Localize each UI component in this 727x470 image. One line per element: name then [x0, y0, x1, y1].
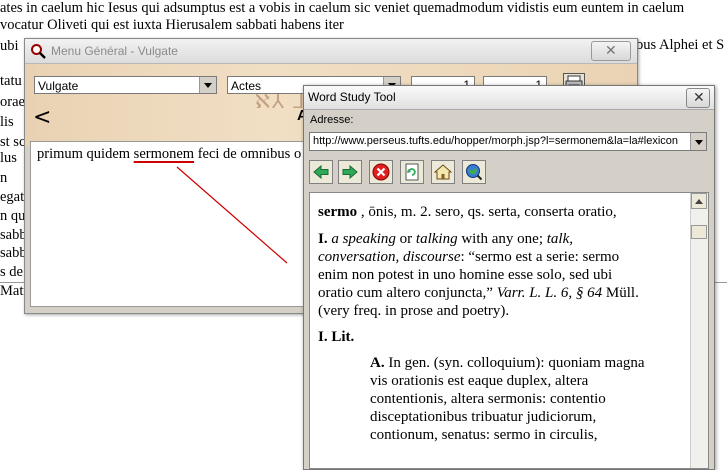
bg-line-6: lis: [0, 114, 14, 130]
close-icon: ✕: [693, 89, 705, 105]
bg-line-13: sabb: [0, 245, 27, 261]
back-button[interactable]: [309, 160, 333, 184]
verse-text: primum quidem sermonem feci de omnibus o: [37, 146, 301, 163]
section-heading: I. Lit.: [318, 329, 355, 345]
sense-line-5: (very freq. in prose and poetry).: [318, 303, 510, 319]
home-icon: [434, 164, 452, 180]
bg-line-2: vocatur Oliveti qui est iuxta Hierusalem…: [0, 17, 344, 33]
verse-text-after: feci de omnibus o: [194, 146, 302, 162]
verse-text-before: primum quidem: [37, 146, 134, 162]
stop-button[interactable]: [369, 160, 393, 184]
sense-or: or: [395, 231, 416, 247]
word-study-titlebar[interactable]: Word Study Tool ✕: [304, 86, 714, 110]
vertical-scrollbar[interactable]: [690, 193, 708, 468]
word-study-title: Word Study Tool: [308, 90, 396, 104]
sub-line-3: contentionis, altera sermonis: contentio: [370, 391, 606, 407]
bg-line-3: ubi: [0, 38, 19, 54]
sense-numeral: I.: [318, 231, 328, 247]
sense-quote-2: oratio cum altero conjuncta,”: [318, 285, 497, 301]
scroll-thumb[interactable]: [691, 225, 707, 239]
sense-rest: with any one;: [457, 231, 547, 247]
sense-gloss-3: talk,: [546, 231, 573, 247]
search-globe-button[interactable]: [462, 160, 486, 184]
sub-line-5: contionum, senatus: sermo in circulis,: [370, 427, 598, 443]
version-select[interactable]: Vulgate: [34, 76, 217, 94]
bg-line-1: ates in caelum hic Iesus qui adsumptus e…: [0, 0, 685, 16]
address-bar[interactable]: http://www.perseus.tufts.edu/hopper/morp…: [309, 132, 707, 151]
sense-quote-1: : “sermo est a serie: sermo: [460, 249, 620, 265]
bg-line-14: s de: [0, 264, 23, 280]
word-study-window: Word Study Tool ✕ Adresse: http://www.pe…: [303, 85, 715, 470]
forward-button[interactable]: [338, 160, 362, 184]
bg-line-4: tatu: [0, 73, 22, 89]
bg-line-10: egat: [0, 189, 25, 205]
sense-gloss-4: conversation, discourse: [318, 249, 461, 265]
selected-word[interactable]: sermonem: [134, 146, 194, 162]
headword: sermo: [318, 204, 358, 220]
head-rest: , ōnis, m. 2. sero, qs. serta, conserta …: [357, 204, 617, 220]
sub-line-2: vis orationis est eaque duplex, altera: [370, 373, 589, 389]
sub-line-1: A. In gen. (syn. colloquium): quoniam ma…: [370, 354, 645, 372]
word-study-close-button[interactable]: ✕: [686, 88, 710, 108]
bg-line-5: orae: [0, 94, 25, 110]
magnifier-app-icon: [31, 44, 46, 59]
bg-line-12: sabb: [0, 227, 27, 243]
bg-line-11: n qu: [0, 208, 26, 224]
stop-icon: [372, 163, 390, 181]
home-button[interactable]: [431, 160, 455, 184]
citation-link[interactable]: Varr. L. L. 6, § 64: [497, 285, 602, 301]
sub-line-4: disceptationibus tribuatur judiciorum,: [370, 409, 597, 425]
close-icon: ✕: [605, 42, 617, 58]
sub-letter: A.: [370, 355, 385, 371]
sense-gloss-1: a speaking: [331, 231, 396, 247]
menu-window-close-button[interactable]: ✕: [591, 41, 631, 61]
refresh-icon: [405, 163, 419, 181]
sense-line-2: conversation, discourse: “sermo est a se…: [318, 248, 619, 266]
scroll-up-button[interactable]: [691, 193, 707, 209]
forward-arrow-icon: [342, 164, 358, 180]
chevron-down-icon[interactable]: [199, 77, 216, 93]
version-select-value: Vulgate: [38, 79, 79, 93]
bg-line-8: lus: [0, 150, 17, 166]
globe-search-icon: [466, 164, 483, 181]
address-label: Adresse:: [310, 114, 354, 126]
sense-line-1: I. a speaking or talking with any one; t…: [318, 230, 573, 248]
book-select-value: Actes: [231, 79, 262, 93]
menu-window-titlebar[interactable]: Menu Général - Vulgate ✕: [25, 39, 637, 64]
bg-right-fragment: bus Alphei et S: [636, 37, 725, 53]
refresh-button[interactable]: [400, 160, 424, 184]
bg-line-7: st sc: [0, 134, 26, 150]
citation-editor: Müll.: [602, 285, 639, 301]
pointer-line: [176, 166, 288, 264]
address-value: http://www.perseus.tufts.edu/hopper/morp…: [313, 135, 679, 147]
sub-text-1: In gen. (syn. colloquium): quoniam magna: [384, 355, 645, 371]
sense-gloss-2: talking: [415, 231, 458, 247]
bg-line-9: n: [0, 170, 8, 186]
back-arrow-button[interactable]: <: [33, 107, 51, 129]
sense-line-4: oratio cum altero conjuncta,” Varr. L. L…: [318, 284, 639, 302]
sense-line-3: enim non potest in uno homine esse solo,…: [318, 267, 613, 283]
back-arrow-icon: [313, 164, 329, 180]
chevron-down-icon[interactable]: [690, 133, 706, 150]
lexicon-content[interactable]: sermo , ōnis, m. 2. sero, qs. serta, con…: [309, 192, 709, 469]
entry-headline: sermo , ōnis, m. 2. sero, qs. serta, con…: [318, 203, 617, 221]
menu-window-title: Menu Général - Vulgate: [51, 44, 178, 58]
